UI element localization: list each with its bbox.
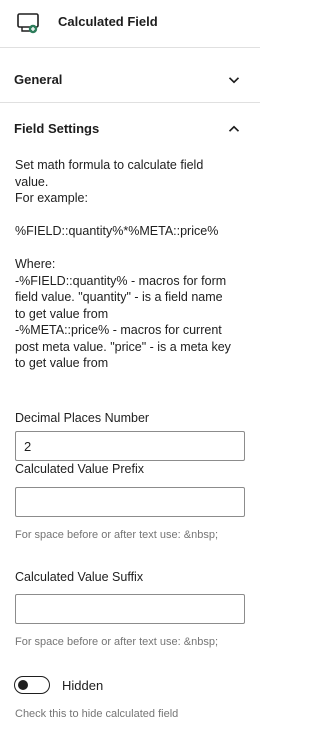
chevron-down-icon [228,73,240,85]
help-line: value. [15,174,49,189]
section-title-field-settings: Field Settings [14,121,100,136]
help-line: For example: [15,191,88,205]
help-line: Set math formula to calculate field [15,158,204,172]
prefix-help-note: For space before or after text use: &nbs… [15,529,218,541]
help-line: post meta value. "price" - is a meta key [15,339,231,354]
chevron-up-icon [228,122,240,134]
block-title: Calculated Field [58,14,158,29]
calculated-field-icon [17,12,41,34]
help-line: -%META::price% - macros for current [15,323,222,337]
formula-example: %FIELD::quantity%*%META::price% [15,224,219,238]
block-settings-panel: Calculated Field General Field Settings … [0,0,260,747]
help-line: to get value from [15,306,109,321]
suffix-label: Calculated Value Suffix [15,570,144,584]
suffix-help-note: For space before or after text use: &nbs… [15,636,218,648]
hidden-help-note: Check this to hide calculated field [15,708,179,720]
decimal-places-input[interactable] [15,431,245,461]
toggle-thumb [18,679,28,690]
help-line: -%FIELD::quantity% - macros for form [15,273,227,288]
prefix-input[interactable] [15,487,245,517]
formula-help-text: Set math formula to calculate field valu… [15,157,250,372]
hidden-toggle-label[interactable]: Hidden [62,678,103,693]
block-card: Calculated Field [0,0,260,48]
panel-section-field-settings[interactable]: Field Settings [0,104,260,152]
hidden-toggle[interactable] [14,676,50,694]
help-line: to get value from [15,356,109,370]
help-line: field value. "quantity" - is a field nam… [15,290,223,304]
prefix-label: Calculated Value Prefix [15,462,145,476]
suffix-input[interactable] [15,594,245,624]
panel-section-general[interactable]: General [0,55,260,103]
decimal-places-label: Decimal Places Number [15,411,150,425]
section-title-general: General [14,72,63,87]
help-where-label: Where: [15,257,56,271]
